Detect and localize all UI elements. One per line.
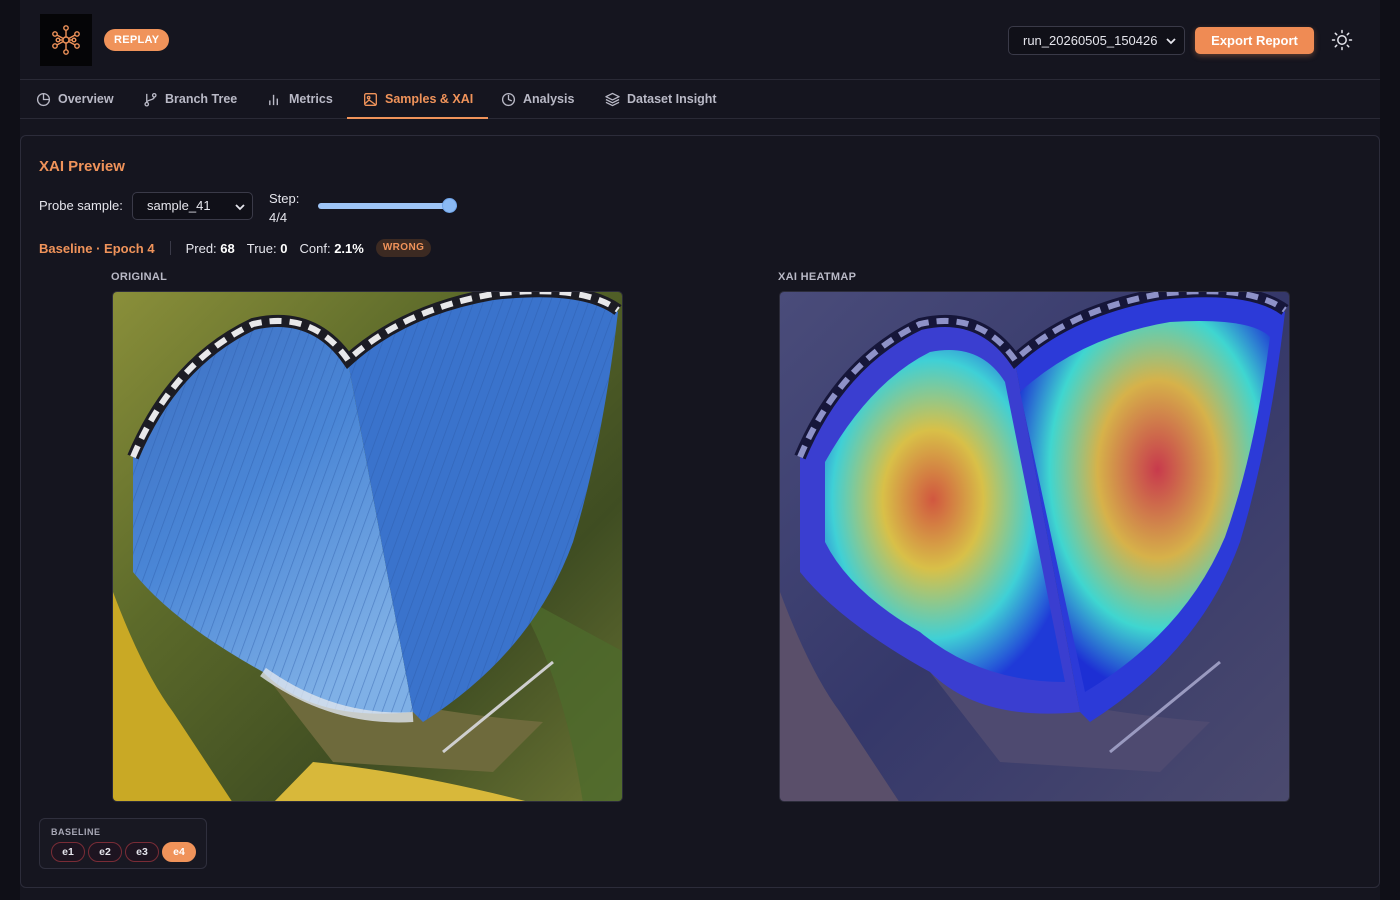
tab-dataset-insight[interactable]: Dataset Insight	[605, 80, 717, 118]
layers-icon	[605, 92, 620, 106]
epoch-selector: BASELINE e1 e2 e3 e4	[39, 818, 207, 869]
tab-label: Branch Tree	[165, 92, 238, 106]
butterfly-original-image	[113, 292, 622, 801]
tab-label: Samples & XAI	[385, 92, 474, 106]
step-label-text: Step:	[269, 191, 300, 206]
tab-label: Analysis	[523, 92, 575, 106]
bar-chart-icon	[269, 94, 279, 105]
epoch-chip-e2[interactable]: e2	[88, 842, 122, 862]
tab-overview[interactable]: Overview	[36, 80, 114, 118]
tab-samples-xai[interactable]: Samples & XAI	[346, 80, 489, 119]
tab-bar: Overview Branch Tree Metrics Samples & X…	[20, 80, 1380, 119]
true-value: 0	[280, 240, 288, 256]
sun-icon	[1331, 29, 1353, 51]
probe-sample-label: Probe sample:	[39, 198, 123, 213]
run-select-value: run_20260505_150426	[1023, 33, 1158, 48]
pie-chart-icon	[36, 92, 51, 106]
tab-label: Overview	[58, 92, 114, 106]
xai-heatmap-image	[779, 291, 1290, 802]
pred-value: 68	[220, 240, 235, 256]
pred-label: Pred:	[185, 240, 217, 256]
git-branch-icon	[144, 92, 157, 107]
conf-value: 2.1%	[334, 240, 364, 256]
tab-label: Metrics	[289, 92, 333, 106]
epoch-chip-e3[interactable]: e3	[125, 842, 159, 862]
true-label: True:	[246, 240, 277, 256]
original-image	[112, 291, 623, 802]
mode-badge: REPLAY	[104, 29, 170, 51]
conf-item: Conf: 2.1%	[299, 241, 363, 256]
original-label: ORIGINAL	[111, 271, 168, 283]
true-item: True: 0	[247, 241, 288, 256]
step-value: 4/4	[269, 210, 288, 225]
probe-sample-value: sample_41	[147, 198, 211, 213]
step-slider-thumb[interactable]	[442, 198, 457, 213]
network-icon	[52, 25, 80, 55]
panel-title: XAI Preview	[39, 158, 125, 175]
step-label: Step: 4/4	[269, 189, 299, 227]
app-logo[interactable]	[40, 14, 92, 66]
theme-toggle-button[interactable]	[1331, 29, 1353, 51]
chevron-down-icon	[1166, 38, 1176, 45]
tab-metrics[interactable]: Metrics	[267, 80, 333, 118]
divider	[169, 241, 171, 255]
epoch-chip-e1[interactable]: e1	[51, 842, 85, 862]
export-report-button[interactable]: Export Report	[1195, 27, 1314, 54]
epoch-group-label: BASELINE	[51, 827, 101, 837]
heatmap-label: XAI HEATMAP	[778, 271, 857, 283]
image-icon	[364, 92, 377, 106]
pred-item: Pred: 68	[186, 241, 235, 256]
header: REPLAY run_20260505_150426 Export Report	[20, 0, 1380, 80]
step-slider-track[interactable]	[318, 203, 457, 209]
chevron-down-icon	[235, 204, 245, 211]
app-root: REPLAY run_20260505_150426 Export Report	[20, 0, 1380, 900]
epoch-chip-e4[interactable]: e4	[162, 842, 196, 862]
tab-branch-tree[interactable]: Branch Tree	[143, 80, 237, 118]
prediction-status: Baseline · Epoch 4 Pred: 68 True: 0 Conf…	[39, 239, 432, 257]
conf-label: Conf:	[299, 240, 331, 256]
verdict-badge: WRONG	[375, 239, 432, 257]
epoch-chip-list: e1 e2 e3 e4	[51, 842, 196, 862]
run-select[interactable]: run_20260505_150426	[1008, 26, 1185, 55]
probe-sample-select[interactable]: sample_41	[132, 192, 253, 220]
butterfly-heatmap-image	[780, 292, 1289, 801]
model-epoch-label: Baseline · Epoch 4	[39, 240, 155, 256]
tab-label: Dataset Insight	[627, 92, 717, 106]
xai-preview-panel: XAI Preview Probe sample: sample_41 Step…	[20, 135, 1380, 888]
analysis-icon	[501, 92, 516, 106]
tab-analysis[interactable]: Analysis	[501, 80, 574, 118]
